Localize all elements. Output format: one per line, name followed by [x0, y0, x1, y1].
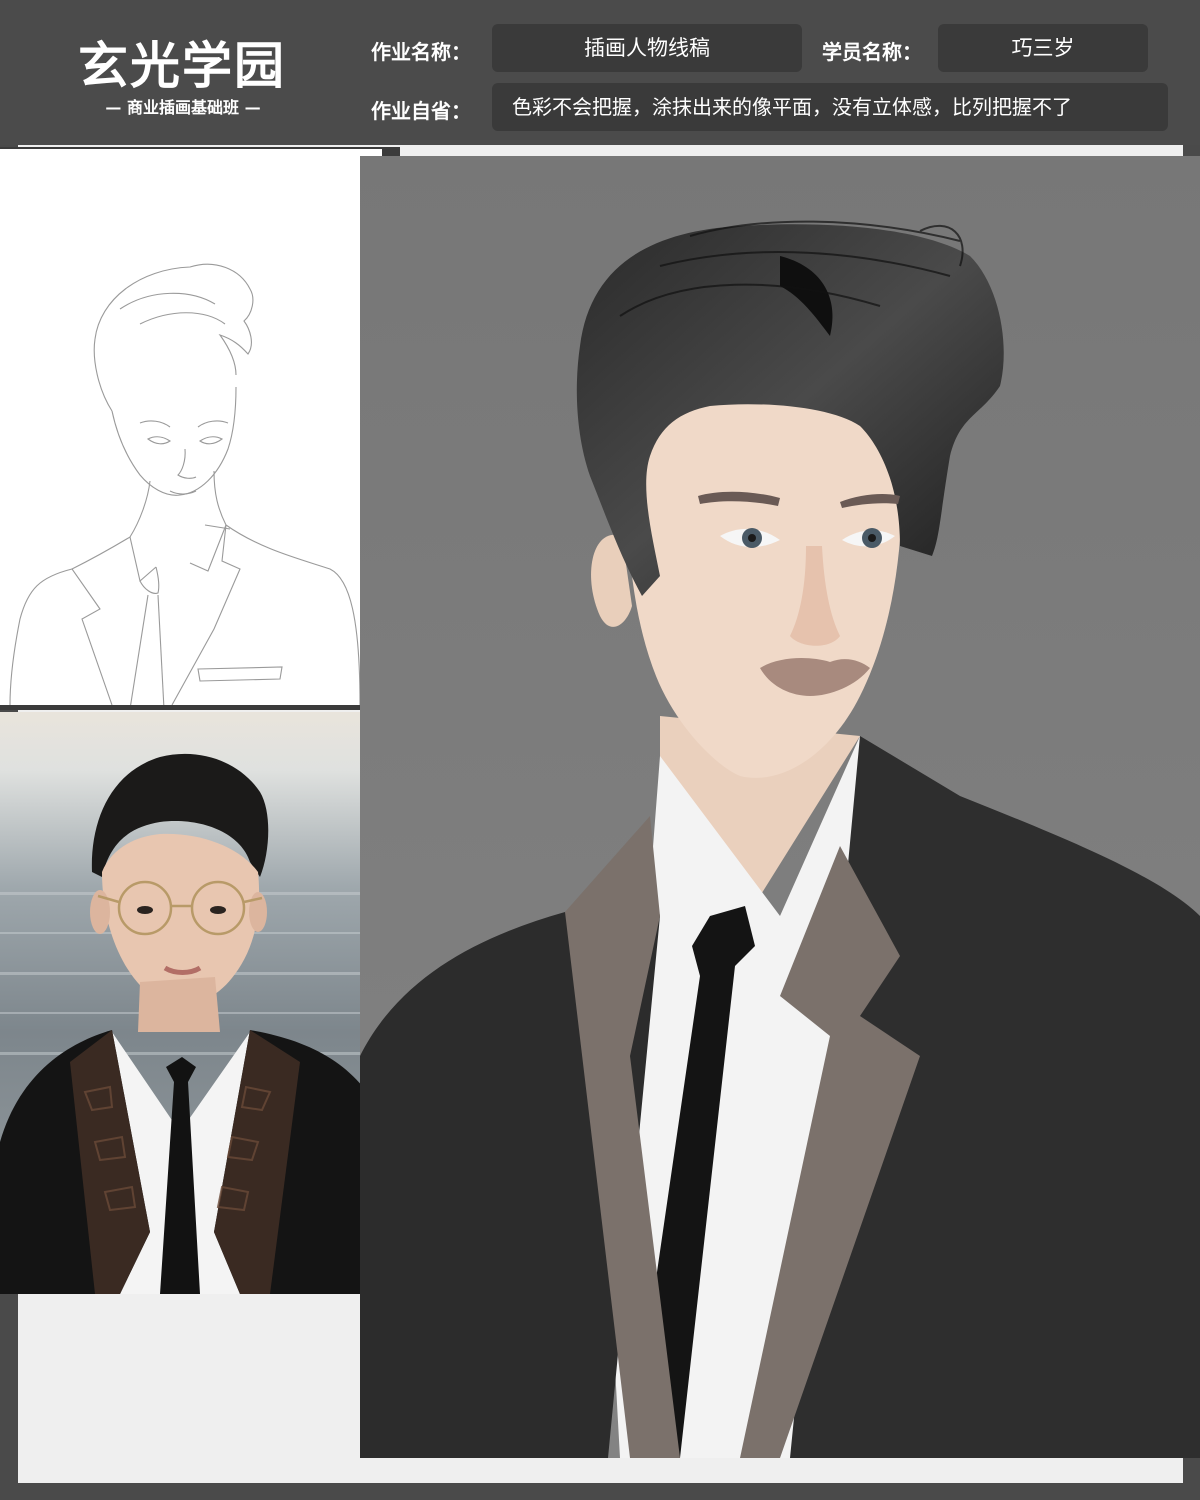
reference-photo-drawing	[0, 753, 392, 1294]
student-name-field: 巧三岁	[938, 24, 1148, 72]
reference-photo	[0, 712, 392, 1294]
assignment-name-field: 插画人物线稿	[492, 24, 802, 72]
line-art-sketch	[0, 149, 382, 710]
self-review-field: 色彩不会把握，涂抹出来的像平面，没有立体感，比列把握不了	[492, 83, 1168, 131]
student-name-label: 学员名称：	[822, 40, 922, 64]
header: 玄光学园 — 商业插画基础班 — 作业名称： 插画人物线稿 学员名称： 巧三岁 …	[0, 0, 1200, 145]
logo-title: 玄光学园	[78, 36, 286, 95]
assignment-name-label: 作业名称：	[371, 40, 471, 64]
self-review-label: 作业自省：	[371, 99, 471, 123]
painting-drawing	[360, 156, 1200, 1458]
digital-painting	[360, 156, 1200, 1458]
sketch-drawing	[9, 263, 361, 710]
logo-subtitle: — 商业插画基础班 —	[105, 98, 261, 117]
